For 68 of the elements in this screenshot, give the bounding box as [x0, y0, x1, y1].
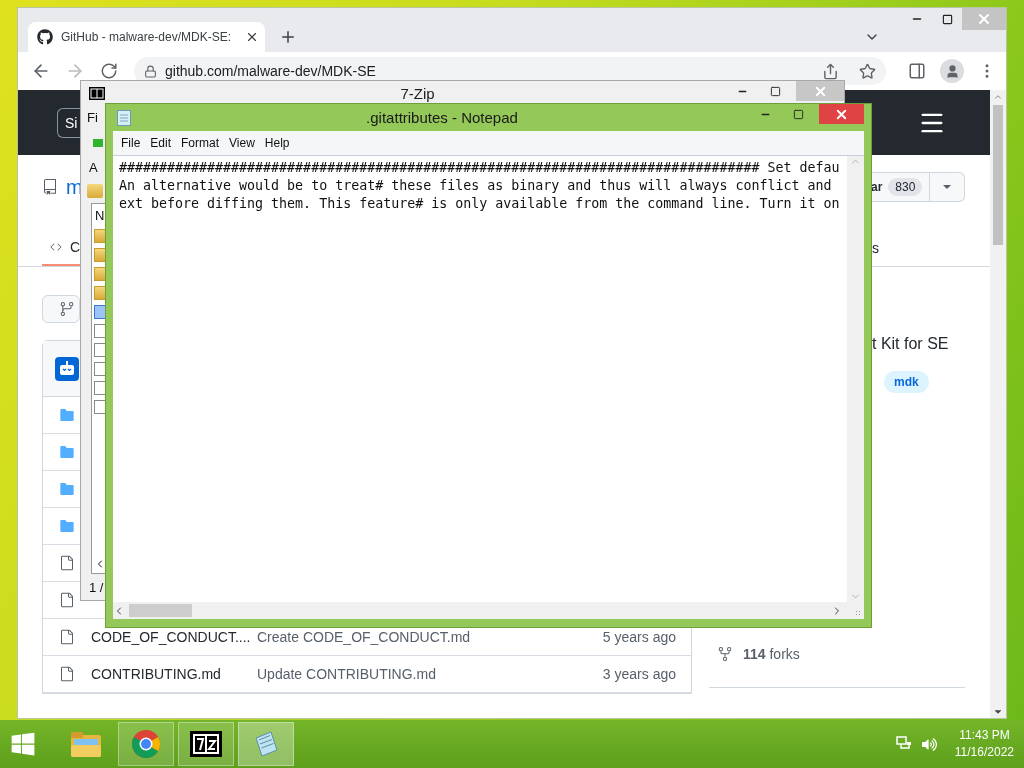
- archive-logo-icon: [89, 86, 105, 100]
- bot-avatar-icon: [55, 356, 79, 381]
- about-text: t Kit for SE: [872, 335, 949, 353]
- forks-link[interactable]: 114 forks: [743, 646, 800, 662]
- commit-age: 3 years ago: [602, 666, 676, 682]
- text-line: ext before diffing them. This feature# is only available from the command line. Turn it on: [119, 195, 841, 213]
- menu-item[interactable]: File: [116, 134, 146, 152]
- up-folder-icon[interactable]: [87, 183, 103, 198]
- tab-title: GitHub - malware-dev/MDK-SE:: [61, 30, 233, 44]
- text-line: An alternative would be to treat# these files as binary and thus will always conflict and: [119, 177, 833, 195]
- maximize-icon[interactable]: [770, 85, 781, 97]
- branch-icon: [59, 301, 75, 317]
- folder-icon: [59, 481, 75, 497]
- browser-tab[interactable]: GitHub - malware-dev/MDK-SE:: [28, 22, 265, 52]
- maximize-icon[interactable]: [941, 13, 953, 25]
- side-panel-icon[interactable]: [908, 62, 926, 80]
- profile-avatar[interactable]: [940, 59, 964, 83]
- folder-icon: [59, 407, 75, 423]
- scroll-thumb[interactable]: [993, 105, 1003, 245]
- close-icon[interactable]: [245, 30, 259, 44]
- taskbar-app[interactable]: [178, 722, 234, 766]
- status-text: 1 /: [89, 579, 104, 595]
- time-text: 11:43 PM: [959, 727, 1010, 744]
- fork-icon: [717, 646, 733, 662]
- bookmark-star-icon[interactable]: [859, 62, 876, 80]
- archive-logo-icon: [190, 731, 222, 757]
- network-icon[interactable]: [895, 736, 912, 752]
- menu-item[interactable]: Edit: [145, 134, 177, 152]
- star-count: 830: [888, 178, 923, 196]
- folder-icon: [59, 518, 75, 534]
- menu-item[interactable]: View: [224, 134, 260, 152]
- date-text: 11/16/2022: [954, 744, 1014, 761]
- lock-icon: [144, 64, 157, 78]
- folder-icon: [69, 729, 103, 759]
- column-header[interactable]: N: [95, 207, 105, 223]
- close-button[interactable]: [819, 104, 864, 124]
- menu-item[interactable]: Format: [176, 134, 225, 152]
- notepad-icon: [117, 109, 131, 126]
- window-title: 7-Zip: [399, 84, 436, 102]
- commit-message[interactable]: Update CONTRIBUTING.md: [257, 666, 603, 682]
- commit-age: 5 years ago: [602, 629, 676, 645]
- file-icon: [59, 629, 75, 645]
- volume-icon[interactable]: [921, 736, 937, 752]
- menu-item[interactable]: Fi: [87, 110, 98, 125]
- person-icon: [944, 63, 960, 79]
- scroll-thumb[interactable]: [129, 604, 192, 617]
- file-name[interactable]: CODE_OF_CONDUCT....: [91, 629, 257, 645]
- new-tab-icon[interactable]: [279, 28, 297, 46]
- file-name[interactable]: CONTRIBUTING.md: [91, 666, 257, 682]
- nav-tab[interactable]: s: [872, 230, 879, 266]
- window-title: .gitattributes - Notepad: [365, 109, 519, 126]
- reload-icon[interactable]: [100, 62, 118, 80]
- topic-tag[interactable]: mdk: [884, 371, 929, 393]
- url-text: github.com/malware-dev/MDK-SE: [165, 63, 377, 79]
- file-icon: [59, 592, 75, 608]
- file-icon: [59, 666, 75, 682]
- start-icon[interactable]: [10, 731, 36, 757]
- folder-icon: [59, 444, 75, 460]
- text-line: ################################################################################ Set defau: [119, 159, 841, 177]
- repo-icon: [42, 179, 58, 195]
- share-icon[interactable]: [822, 62, 839, 80]
- file-icon: [59, 555, 75, 571]
- chrome-icon: [131, 729, 161, 759]
- address-label: A: [89, 159, 98, 175]
- github-logo-icon: [37, 29, 53, 45]
- menu-item[interactable]: Help: [259, 134, 295, 152]
- commit-message[interactable]: Create CODE_OF_CONDUCT.md: [257, 629, 603, 645]
- branch-button[interactable]: [42, 295, 80, 323]
